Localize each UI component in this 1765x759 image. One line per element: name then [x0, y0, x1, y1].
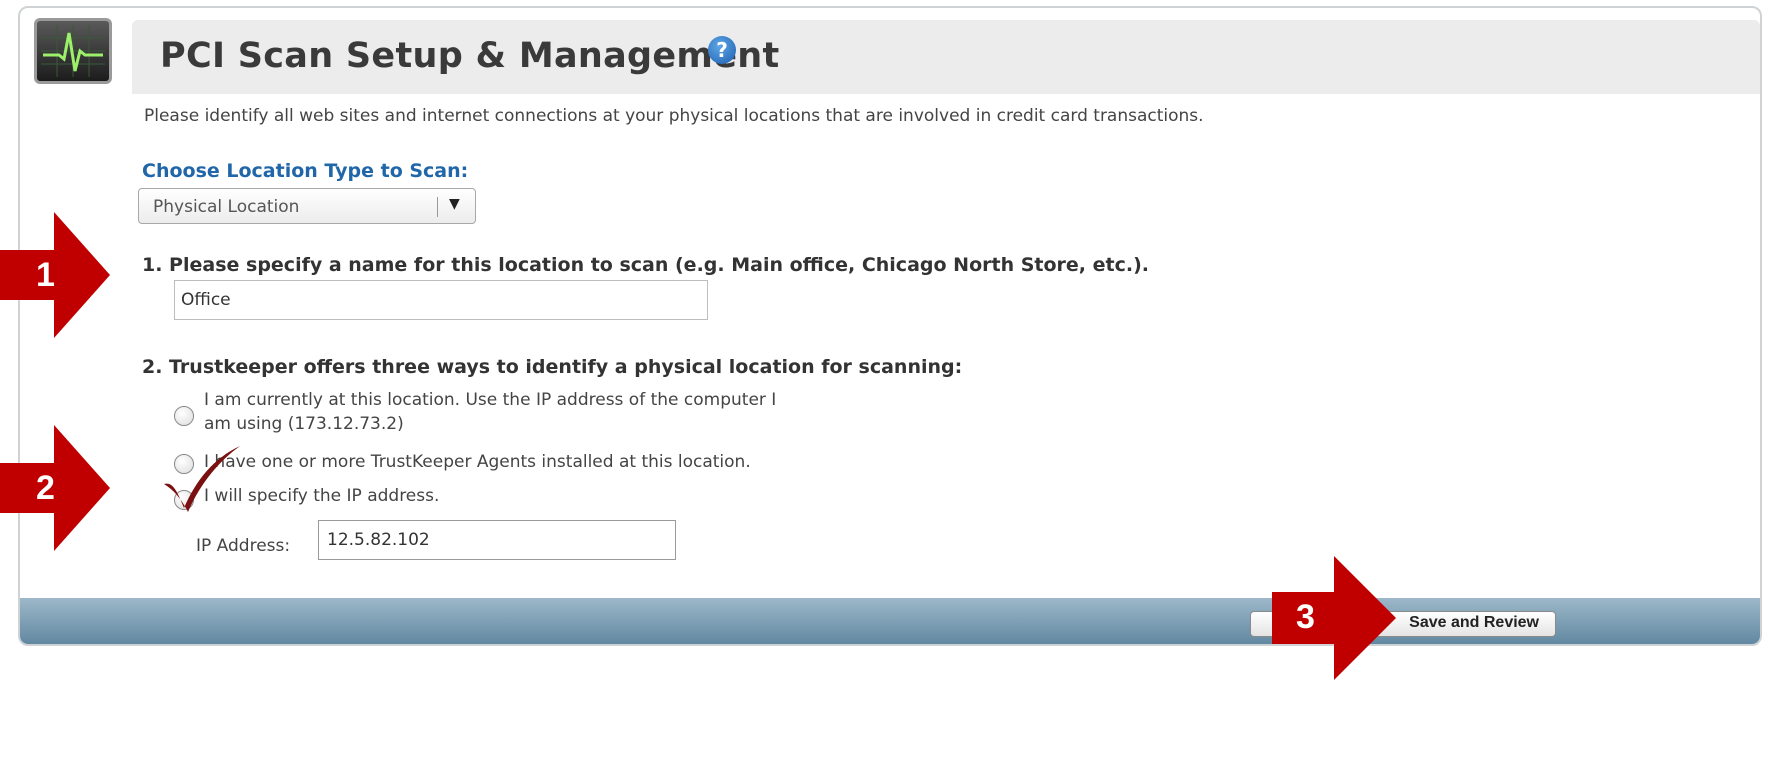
- location-type-value: Physical Location: [153, 197, 300, 217]
- option-current-location-line2: am using (173.12.73.2): [204, 414, 404, 434]
- save-and-review-label: Save and Review: [1409, 614, 1539, 631]
- location-name-label: 1. Please specify a name for this locati…: [142, 254, 1149, 276]
- step-3-arrow-icon: [1272, 556, 1396, 680]
- select-divider: [437, 197, 438, 217]
- location-name-input[interactable]: [174, 280, 708, 320]
- location-type-label: Choose Location Type to Scan:: [142, 160, 469, 182]
- location-type-select[interactable]: Physical Location ▼: [138, 188, 476, 224]
- step-2-number: 2: [36, 469, 55, 507]
- chevron-down-icon[interactable]: ▼: [449, 196, 460, 212]
- option-trustkeeper-agents: I have one or more TrustKeeper Agents in…: [204, 452, 751, 472]
- step-1-arrow-icon: [0, 212, 110, 338]
- checkmark-icon: [164, 446, 240, 512]
- scan-setup-panel: PCI Scan Setup & Management ? Please ide…: [18, 6, 1762, 646]
- screenshot-stage: PCI Scan Setup & Management ? Please ide…: [0, 0, 1765, 759]
- ip-address-input[interactable]: [318, 520, 676, 560]
- help-icon[interactable]: ?: [708, 36, 736, 64]
- ip-address-label: IP Address:: [196, 536, 291, 556]
- identify-method-label: 2. Trustkeeper offers three ways to iden…: [142, 356, 963, 378]
- option-current-location-line1: I am currently at this location. Use the…: [204, 390, 777, 410]
- heartbeat-monitor-icon: [34, 18, 112, 84]
- step-1-number: 1: [36, 256, 55, 294]
- step-3-number: 3: [1296, 598, 1315, 636]
- step-2-arrow-icon: [0, 425, 110, 551]
- radio-current-location[interactable]: [174, 406, 194, 426]
- page-title: PCI Scan Setup & Management: [160, 36, 780, 76]
- intro-text: Please identify all web sites and intern…: [144, 106, 1204, 126]
